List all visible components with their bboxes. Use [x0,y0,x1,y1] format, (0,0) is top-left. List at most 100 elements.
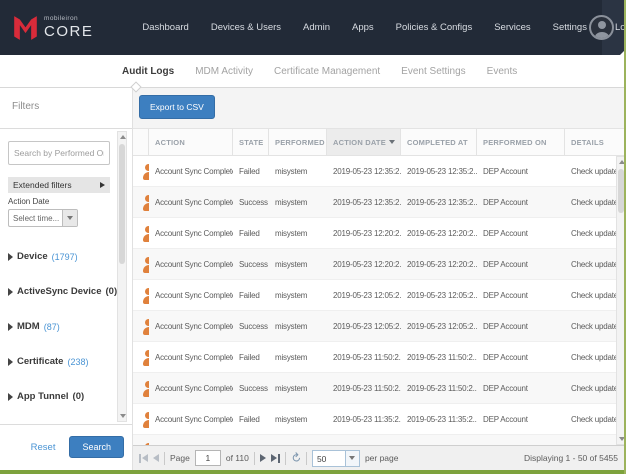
page-size-dropdown[interactable]: 50 [312,450,360,467]
cell-state: Success [233,311,269,341]
table-row[interactable]: Account Sync Completed Success misystem … [133,373,626,404]
filter-section-certificate[interactable]: Certificate (238) [8,356,124,367]
dropdown-button[interactable] [345,451,359,466]
cell-action: Account Sync Completed [149,373,233,403]
per-page-label: per page [365,453,399,463]
cell-performed-on: DEP Account [477,435,565,445]
time-select-dropdown[interactable]: Select time... [8,209,78,227]
header-performed-by[interactable]: PERFORMED BY [269,129,327,155]
section-count: (0) [73,391,85,402]
nav-admin[interactable]: Admin [297,0,336,55]
cell-performed-on: DEP Account [477,342,565,372]
user-icon [142,350,149,366]
table-row[interactable]: Account Sync Completed Success misystem … [133,249,626,280]
separator [254,452,255,465]
tab-certificate-management[interactable]: Certificate Management [274,66,380,77]
search-input[interactable] [8,141,110,165]
nav-settings[interactable]: Settings [547,0,593,55]
filter-section-activesync-device[interactable]: ActiveSync Device (0) [8,286,124,297]
page-number-input[interactable] [195,450,221,466]
caret-right-icon [8,358,13,366]
cell-performed-by: misystem [269,218,327,248]
section-label: ActiveSync Device [17,286,102,297]
chevron-down-icon [67,216,73,220]
header-state[interactable]: STATE [233,129,269,155]
cell-performed-on: DEP Account [477,311,565,341]
header-action-date[interactable]: ACTION DATE [327,129,401,155]
logs-subnav: Audit Logs MDM Activity Certificate Mana… [0,55,626,88]
cell-performed-on: DEP Account [477,249,565,279]
search-button[interactable]: Search [69,436,124,458]
tab-event-settings[interactable]: Event Settings [401,66,465,77]
nav-services[interactable]: Services [488,0,536,55]
scroll-thumb[interactable] [119,144,125,264]
table-body: Account Sync Completed Failed misystem 2… [133,156,626,445]
section-count: (0) [106,286,118,297]
section-label: Device [17,251,48,262]
cell-performed-by: misystem [269,187,327,217]
header-action[interactable]: ACTION [149,129,233,155]
user-avatar-icon[interactable] [589,15,614,40]
pagination-bar: Page of 110 ↻ 50 per page Displaying 1 -… [133,445,626,470]
table-row[interactable]: Account Sync Completed Success misystem … [133,311,626,342]
scroll-up-icon[interactable] [120,135,126,139]
dropdown-button[interactable] [62,210,77,226]
cell-completed-at: 2019-05-23 11:50:2... [401,342,477,372]
cell-completed-at: 2019-05-23 11:35:2... [401,435,477,445]
nav-apps[interactable]: Apps [346,0,380,55]
cell-action: Account Sync Completed [149,342,233,372]
nav-policies-configs[interactable]: Policies & Configs [390,0,479,55]
extended-filters-label: Extended filters [13,180,72,190]
next-page-button[interactable] [260,454,266,462]
sidebar-scrollbar[interactable] [117,131,127,422]
tab-mdm-activity[interactable]: MDM Activity [195,66,253,77]
cell-action-date: 2019-05-23 11:35:2... [327,404,401,434]
sort-desc-icon[interactable] [389,140,395,144]
tab-audit-logs[interactable]: Audit Logs [122,66,174,77]
table-row[interactable]: Account Sync Completed Failed misystem 2… [133,342,626,373]
table-row[interactable]: Account Sync Completed Failed misystem 2… [133,280,626,311]
screen-edge-bottom [0,470,626,474]
cell-completed-at: 2019-05-23 12:35:2... [401,187,477,217]
top-nav: Dashboard Devices & Users Admin Apps Pol… [131,0,626,55]
cell-state: Success [233,373,269,403]
table-row[interactable]: Account Sync Completed Failed misystem 2… [133,404,626,435]
export-csv-button[interactable]: Export to CSV [139,95,215,119]
cell-action: Account Sync Completed [149,156,233,186]
cell-state: Failed [233,156,269,186]
last-page-button[interactable] [271,454,280,463]
extended-filters-button[interactable]: Extended filters [8,177,110,193]
table-row[interactable]: Account Sync Completed Failed misystem 2… [133,156,626,187]
nav-dashboard[interactable]: Dashboard [136,0,194,55]
scroll-down-icon[interactable] [120,414,126,418]
table-row[interactable]: Account Sync Completed Success misystem … [133,435,626,445]
cell-state: Success [233,435,269,445]
nav-devices-users[interactable]: Devices & Users [205,0,287,55]
prev-page-button[interactable] [153,454,159,462]
cell-performed-by: misystem [269,373,327,403]
tab-events[interactable]: Events [487,66,518,77]
header-icon-col [133,129,149,155]
header-performed-on[interactable]: PERFORMED ON [477,129,565,155]
cell-performed-by: misystem [269,280,327,310]
section-count: (1797) [52,252,78,262]
filter-section-app-tunnel[interactable]: App Tunnel (0) [8,391,124,402]
header-details[interactable]: DETAILS [565,129,626,155]
table-row[interactable]: Account Sync Completed Failed misystem 2… [133,218,626,249]
table-row[interactable]: Account Sync Completed Success misystem … [133,187,626,218]
cell-performed-by: misystem [269,249,327,279]
cell-state: Success [233,249,269,279]
page-total-label: of 110 [226,453,249,463]
cell-performed-on: DEP Account [477,218,565,248]
reset-link[interactable]: Reset [31,442,56,453]
section-count: (87) [44,322,60,332]
first-page-button[interactable] [139,454,148,463]
cell-performed-by: misystem [269,311,327,341]
filter-section-device[interactable]: Device (1797) [8,251,124,262]
user-icon [142,195,149,211]
filter-section-mdm[interactable]: MDM (87) [8,321,124,332]
display-status: Displaying 1 - 50 of 5455 [524,453,618,463]
header-completed-at[interactable]: COMPLETED AT [401,129,477,155]
cell-completed-at: 2019-05-23 12:20:2... [401,249,477,279]
refresh-icon[interactable]: ↻ [288,450,304,466]
